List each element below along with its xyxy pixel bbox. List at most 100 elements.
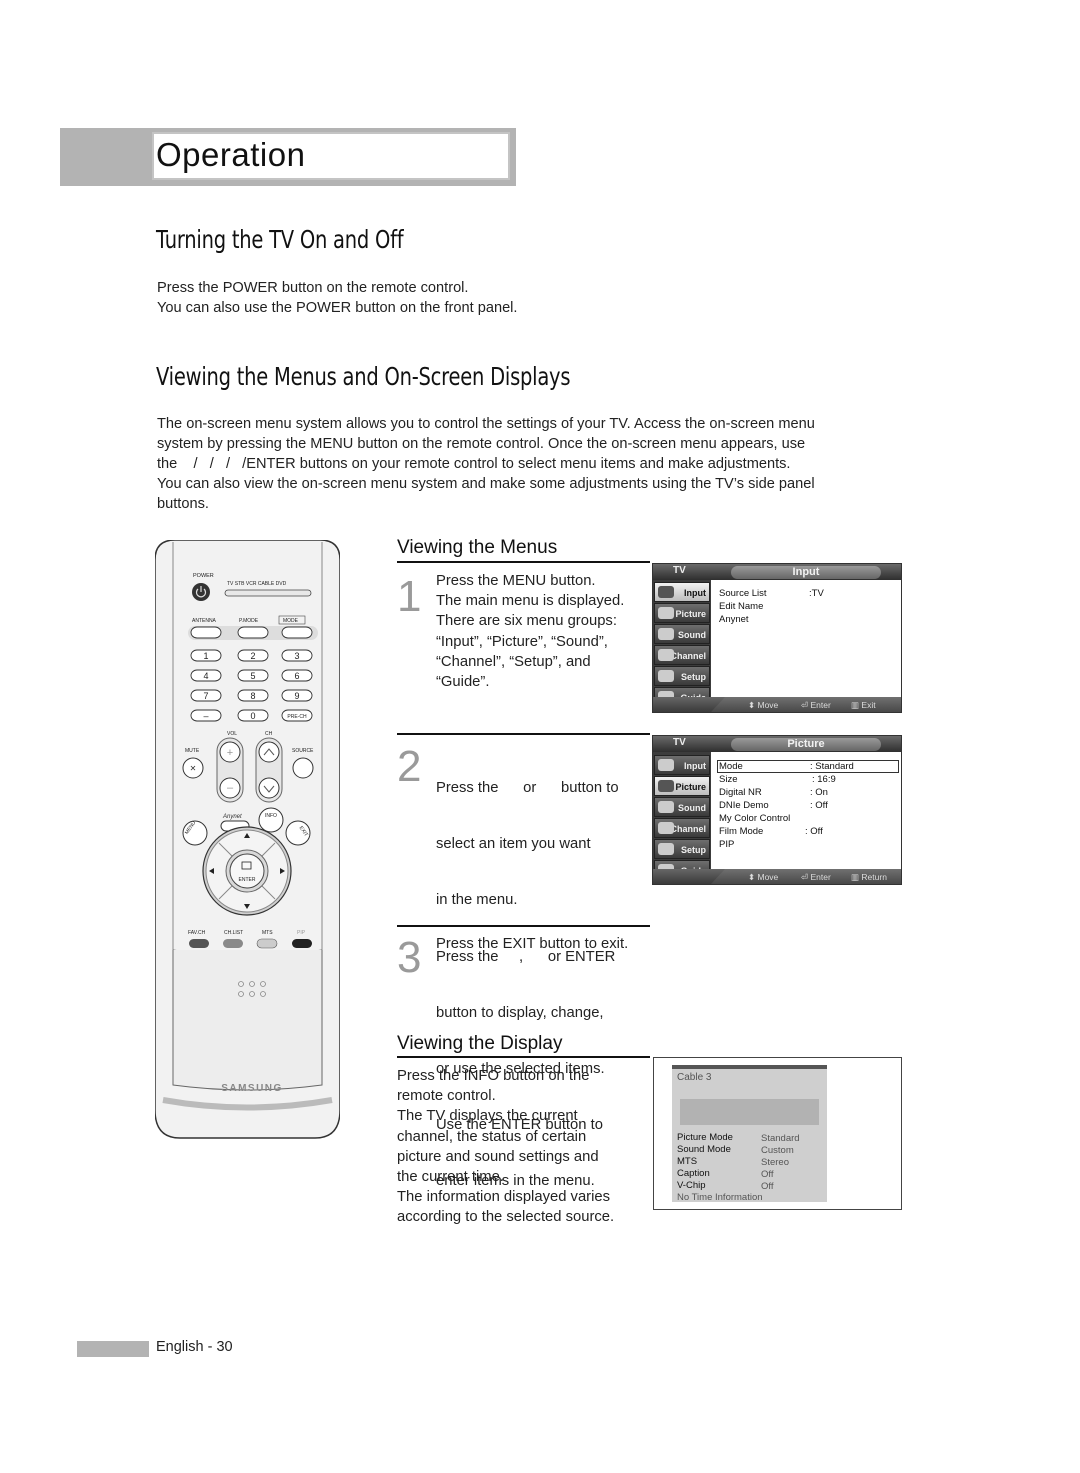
heading-viewing-the-menus: Viewing the Menus (397, 537, 558, 558)
menu-icon: ▥ (851, 700, 860, 710)
osd-sidebar-item-setup: Setup (654, 839, 710, 859)
svg-text:7: 7 (203, 691, 208, 701)
osd-item-label: Anynet (719, 614, 749, 625)
osd-item-value: :TV (809, 588, 824, 599)
osd-sidebar-item-input: Input (654, 755, 710, 775)
step-line: There are six menu groups: (436, 613, 617, 630)
osd-tv-label: TV (673, 737, 686, 748)
svg-text:8: 8 (250, 691, 255, 701)
intro-line: buttons. (157, 496, 209, 512)
svg-text:INFO: INFO (265, 813, 277, 819)
osd-item-value: : Standard (810, 761, 854, 772)
svg-text:SOURCE: SOURCE (292, 748, 314, 754)
osd-item-value: : Off (810, 800, 828, 811)
step-line: The main menu is displayed. (436, 593, 625, 610)
osd-sidebar-item-channel: Channel (654, 818, 710, 838)
osd-help-move: ⬍ Move (748, 872, 779, 882)
info-banner-placeholder (680, 1099, 819, 1125)
input-icon (658, 586, 674, 598)
viewing-display-text: Press the INFO button on the remote cont… (397, 1066, 614, 1228)
divider (397, 1056, 650, 1058)
svg-text:2: 2 (250, 651, 255, 661)
divider (397, 733, 650, 735)
info-row-label: V-Chip (677, 1180, 706, 1191)
updown-icon: ⬍ (748, 700, 756, 710)
svg-text:Anynet: Anynet (222, 814, 242, 820)
osd-item-label: PIP (719, 839, 735, 850)
pmode-button (237, 626, 269, 639)
pip-button (292, 939, 312, 948)
setup-icon (658, 843, 674, 855)
osd-selection-highlight (717, 760, 899, 773)
intro-paragraph: The on-screen menu system allows you to … (157, 414, 887, 514)
footer-bar (77, 1341, 149, 1357)
info-row-value: Off (761, 1181, 774, 1192)
updown-icon: ⬍ (748, 872, 756, 882)
brand-logo: SAMSUNG (221, 1083, 283, 1094)
info-row-value: Off (761, 1169, 774, 1180)
intro-line: You can also view the on-screen menu sys… (157, 476, 815, 492)
display-line: The information displayed varies (397, 1189, 611, 1206)
channel-icon (658, 649, 674, 661)
osd-item-value: : 16:9 (812, 774, 836, 785)
section-title: Operation (156, 136, 306, 173)
channel-down-button (258, 777, 280, 799)
osd-help-move: ⬍ Move (748, 700, 779, 710)
svg-text:ENTER: ENTER (239, 877, 256, 883)
display-line: remote control. (397, 1088, 496, 1105)
page-number: English - 30 (156, 1339, 233, 1355)
osd-item-label: My Color Control (719, 813, 791, 824)
osd-sidebar-item-channel: Channel (654, 645, 710, 665)
channel-icon (658, 822, 674, 834)
osd-item-value: : Off (805, 826, 823, 837)
step-1-text: Press the MENU button. The main menu is … (436, 571, 624, 692)
osd-item-label: Film Mode (719, 826, 764, 837)
info-row-label: Caption (677, 1168, 710, 1179)
svg-text:CH: CH (265, 731, 273, 737)
setup-icon (658, 670, 674, 682)
osd-sidebar-item-input: Input (654, 582, 710, 602)
info-time: No Time Information (677, 1192, 763, 1203)
svg-text:6: 6 (294, 671, 299, 681)
step-line: Press the MENU button. (436, 573, 596, 589)
mode-button (281, 626, 313, 639)
osd-help-enter: ⏎ Enter (801, 872, 831, 882)
svg-text:–: – (203, 711, 208, 721)
step-line: Press the or button to (436, 780, 619, 796)
heading-viewing-menus-osd: Viewing the Menus and On-Screen Displays (156, 362, 571, 391)
svg-text:9: 9 (294, 691, 299, 701)
display-line: Press the INFO button on the (397, 1068, 590, 1084)
divider (397, 561, 650, 563)
svg-text:4: 4 (203, 671, 208, 681)
step-line: “Input”, “Picture”, “Sound”, (436, 633, 608, 650)
osd-item-label: Mode (719, 761, 743, 772)
osd-sidebar-item-picture: Picture (654, 776, 710, 796)
step-line: “Guide”. (436, 674, 490, 691)
power-label: POWER (193, 573, 214, 579)
info-row-value: Custom (761, 1145, 794, 1156)
menu-icon: ▥ (851, 872, 860, 882)
svg-text:PRE-CH: PRE-CH (287, 714, 307, 720)
svg-text:PIP: PIP (297, 930, 306, 936)
enter-icon: ⏎ (801, 872, 809, 882)
sound-icon (658, 801, 674, 813)
svg-text:P.MODE: P.MODE (239, 618, 259, 624)
svg-text:MTS: MTS (262, 930, 273, 936)
display-line: according to the selected source. (397, 1209, 615, 1226)
step-line: in the menu. (436, 892, 518, 909)
step-line: “Channel”, “Setup”, and (436, 653, 591, 670)
info-row-label: Sound Mode (677, 1144, 731, 1155)
svg-text:–: – (227, 782, 234, 794)
mts-button (256, 938, 278, 949)
chlist-button (223, 939, 243, 948)
svg-text:VOL: VOL (227, 731, 237, 737)
enter-icon: ⏎ (801, 700, 809, 710)
favch-button (189, 939, 209, 948)
info-row-label: Picture Mode (677, 1132, 733, 1143)
svg-text:MUTE: MUTE (185, 748, 200, 754)
step-number-3: 3 (397, 933, 422, 982)
display-line: picture and sound settings and (397, 1148, 599, 1165)
step-number-2: 2 (397, 742, 422, 791)
divider (397, 925, 650, 927)
heading-viewing-the-display: Viewing the Display (397, 1033, 563, 1054)
